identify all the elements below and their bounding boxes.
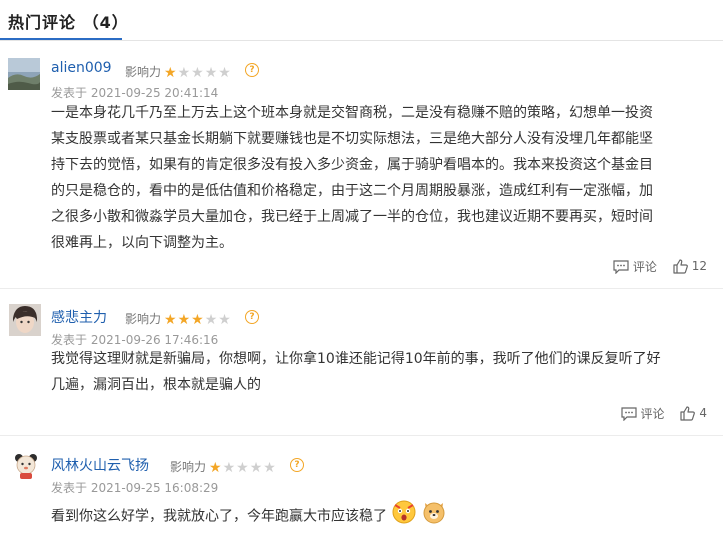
posted-prefix: 发表于 (51, 86, 88, 100)
username[interactable]: 感悲主力 (51, 307, 107, 327)
star-icon: ★ (177, 65, 191, 81)
help-icon[interactable]: ? (245, 63, 259, 77)
text-line: 几遍，漏洞百出，根本就是骗人的 (51, 377, 261, 393)
comment-actions: 评论 4 (609, 405, 707, 424)
text-line: 的只是稳仓的，看中的是低估值和价格稳定，由于这二个月周期股暴涨，造成红利有一定涨… (51, 183, 653, 199)
influence-label: 影响力 (170, 460, 207, 474)
star-icon: ★ (236, 460, 249, 476)
reply-label: 评论 (640, 407, 665, 421)
star-icon: ★ (209, 460, 222, 476)
influence-label: 影响力 (125, 65, 162, 79)
posted-prefix: 发表于 (51, 481, 88, 495)
surprised-face-emoji (391, 499, 417, 534)
influence-rating: ★★★★★ (164, 62, 232, 81)
text-line: 之很多小散和微淼学员大量加仓，我已经于上周减了一半的仓位，我也建议近期不要再买，… (51, 209, 653, 225)
star-icon: ★ (177, 312, 191, 328)
star-icon: ★ (164, 65, 177, 81)
divider (0, 288, 723, 289)
reply-button[interactable]: 评论 (620, 405, 665, 422)
help-icon[interactable]: ? (245, 310, 259, 324)
reply-button[interactable]: 评论 (613, 258, 657, 275)
like-button[interactable]: 12 (673, 258, 707, 274)
text-line: 一是本身花几千乃至上万去上这个班本身就是交智商税，二是没有稳赚不赔的策略，幻想单… (51, 105, 653, 121)
comment-text: 我觉得这理财就是新骗局，你想啊，让你拿10谁还能记得10年前的事，我听了他们的课… (51, 346, 716, 398)
comment-icon (613, 259, 629, 274)
thumbs-up-icon (673, 258, 688, 274)
like-button[interactable]: 4 (680, 405, 707, 421)
post-time: 发表于 2021-09-25 20:41:14 (51, 84, 218, 101)
star-icon: ★ (204, 65, 218, 81)
username[interactable]: 风林火山云飞扬 (51, 455, 149, 475)
star-icon: ★ (218, 312, 231, 328)
like-count: 4 (699, 406, 707, 420)
comments-header: 热门评论 （4） (0, 0, 723, 41)
dog-face-emoji (421, 499, 447, 534)
post-time: 发表于 2021-09-25 16:08:29 (51, 479, 218, 496)
comment-actions: 评论 12 (601, 258, 707, 277)
avatar[interactable] (14, 452, 38, 480)
text-line: 持下去的觉悟，如果有的肯定很多没有投入多少资金，属于骑驴看唱本的。我本来投资这个… (51, 157, 653, 173)
star-icon: ★ (204, 312, 218, 328)
like-count: 12 (691, 259, 707, 273)
influence-rating: ★★★★★ (209, 457, 277, 476)
star-icon: ★ (191, 65, 204, 81)
username[interactable]: alien009 (51, 60, 112, 76)
text-line: 我觉得这理财就是新骗局，你想啊，让你拿10谁还能记得10年前的事，我听了他们的课… (51, 351, 661, 367)
text-line: 很难再上，以向下调整为主。 (51, 235, 233, 251)
active-tab-underline (0, 38, 122, 40)
star-icon: ★ (218, 65, 231, 81)
divider (0, 435, 723, 436)
help-icon[interactable]: ? (290, 458, 304, 472)
timestamp: 2021-09-26 17:46:16 (90, 333, 219, 347)
timestamp: 2021-09-25 16:08:29 (90, 481, 219, 495)
influence-label: 影响力 (125, 312, 162, 326)
star-icon: ★ (222, 460, 236, 476)
star-icon: ★ (191, 312, 204, 328)
star-icon: ★ (263, 460, 276, 476)
comment-text: 一是本身花几千乃至上万去上这个班本身就是交智商税，二是没有稳赚不赔的策略，幻想单… (51, 100, 716, 256)
text-line: 某支股票或者某只基金长期躺下就要赚钱也是不切实际想法，三是绝大部分人没有没埋几年… (51, 131, 653, 147)
avatar[interactable] (9, 304, 41, 336)
comment-text: 看到你这么好学，我就放心了，今年跑赢大市应该稳了 (51, 499, 716, 534)
text-line: 看到你这么好学，我就放心了，今年跑赢大市应该稳了 (51, 508, 387, 525)
section-title: 热门评论 （4） (8, 13, 129, 32)
star-icon: ★ (249, 460, 263, 476)
thumbs-up-icon (680, 405, 696, 421)
comment-icon (620, 406, 637, 421)
timestamp: 2021-09-25 20:41:14 (90, 86, 219, 100)
avatar[interactable] (8, 58, 40, 90)
influence-rating: ★★★★★ (164, 309, 232, 328)
reply-label: 评论 (632, 260, 657, 274)
posted-prefix: 发表于 (51, 333, 88, 347)
star-icon: ★ (164, 312, 177, 328)
